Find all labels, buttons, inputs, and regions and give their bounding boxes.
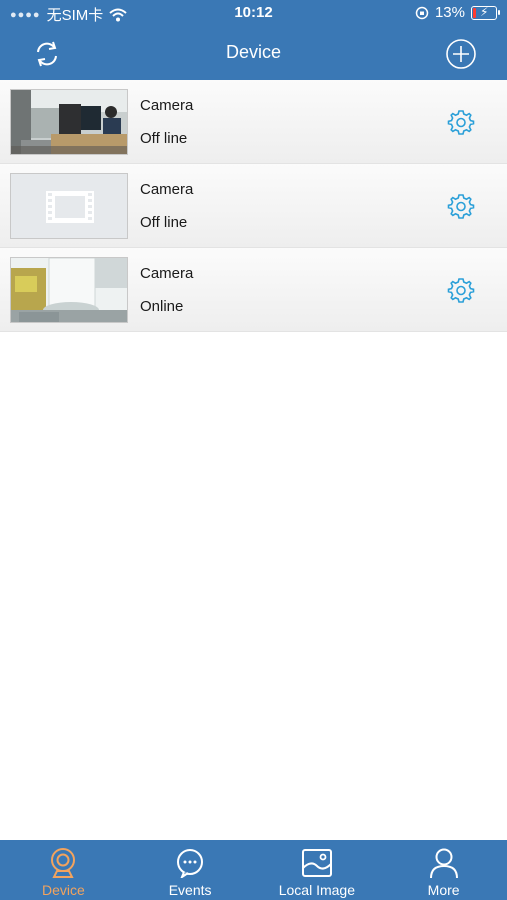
status-right: 13% ⚡ [415, 4, 500, 21]
device-name: Camera [140, 97, 194, 114]
battery-fill [473, 7, 476, 18]
status-bar: ●●●● 无SIM卡 10:12 13% ⚡ [0, 0, 507, 28]
app-root: ●●●● 无SIM卡 10:12 13% ⚡ Device Camera Off… [0, 0, 507, 900]
tab-device[interactable]: Device [0, 840, 127, 900]
device-thumbnail[interactable] [10, 89, 128, 155]
top-bar: ●●●● 无SIM卡 10:12 13% ⚡ Device [0, 0, 507, 80]
person-icon [429, 848, 458, 879]
device-row[interactable]: Camera Off line [0, 80, 507, 164]
tab-bar: Device Events Local Image More [0, 840, 507, 900]
device-name: Camera [140, 265, 194, 282]
battery-icon: ⚡ [471, 4, 500, 20]
device-thumbnail[interactable] [10, 257, 128, 323]
tab-more[interactable]: More [380, 840, 507, 900]
gear-icon[interactable] [447, 192, 475, 220]
gear-icon[interactable] [447, 108, 475, 136]
camera-icon [51, 848, 76, 878]
chat-bubble-icon [177, 849, 204, 878]
add-icon [446, 39, 476, 69]
device-row[interactable]: Camera Off line [0, 164, 507, 248]
battery-percent: 13% [434, 4, 465, 21]
device-row[interactable]: Camera Online [0, 248, 507, 332]
video-placeholder-icon [46, 191, 94, 223]
orientation-lock-icon [415, 6, 429, 19]
gear-icon[interactable] [447, 276, 475, 304]
charging-bolt-icon: ⚡ [480, 4, 489, 19]
tab-label: Device [41, 882, 85, 898]
device-list: Camera Off line Camera Off line Camera O… [0, 80, 507, 332]
image-icon [301, 849, 332, 877]
tab-label: More [427, 882, 460, 898]
tab-label: Local Image [278, 882, 356, 898]
add-device-button[interactable] [443, 36, 479, 72]
tab-label: Events [168, 882, 212, 898]
nav-bar: Device [0, 28, 507, 80]
device-thumbnail[interactable] [10, 173, 128, 239]
page-title: Device [225, 42, 282, 62]
tab-local-image[interactable]: Local Image [254, 840, 381, 900]
tab-events[interactable]: Events [127, 840, 254, 900]
device-name: Camera [140, 181, 194, 198]
